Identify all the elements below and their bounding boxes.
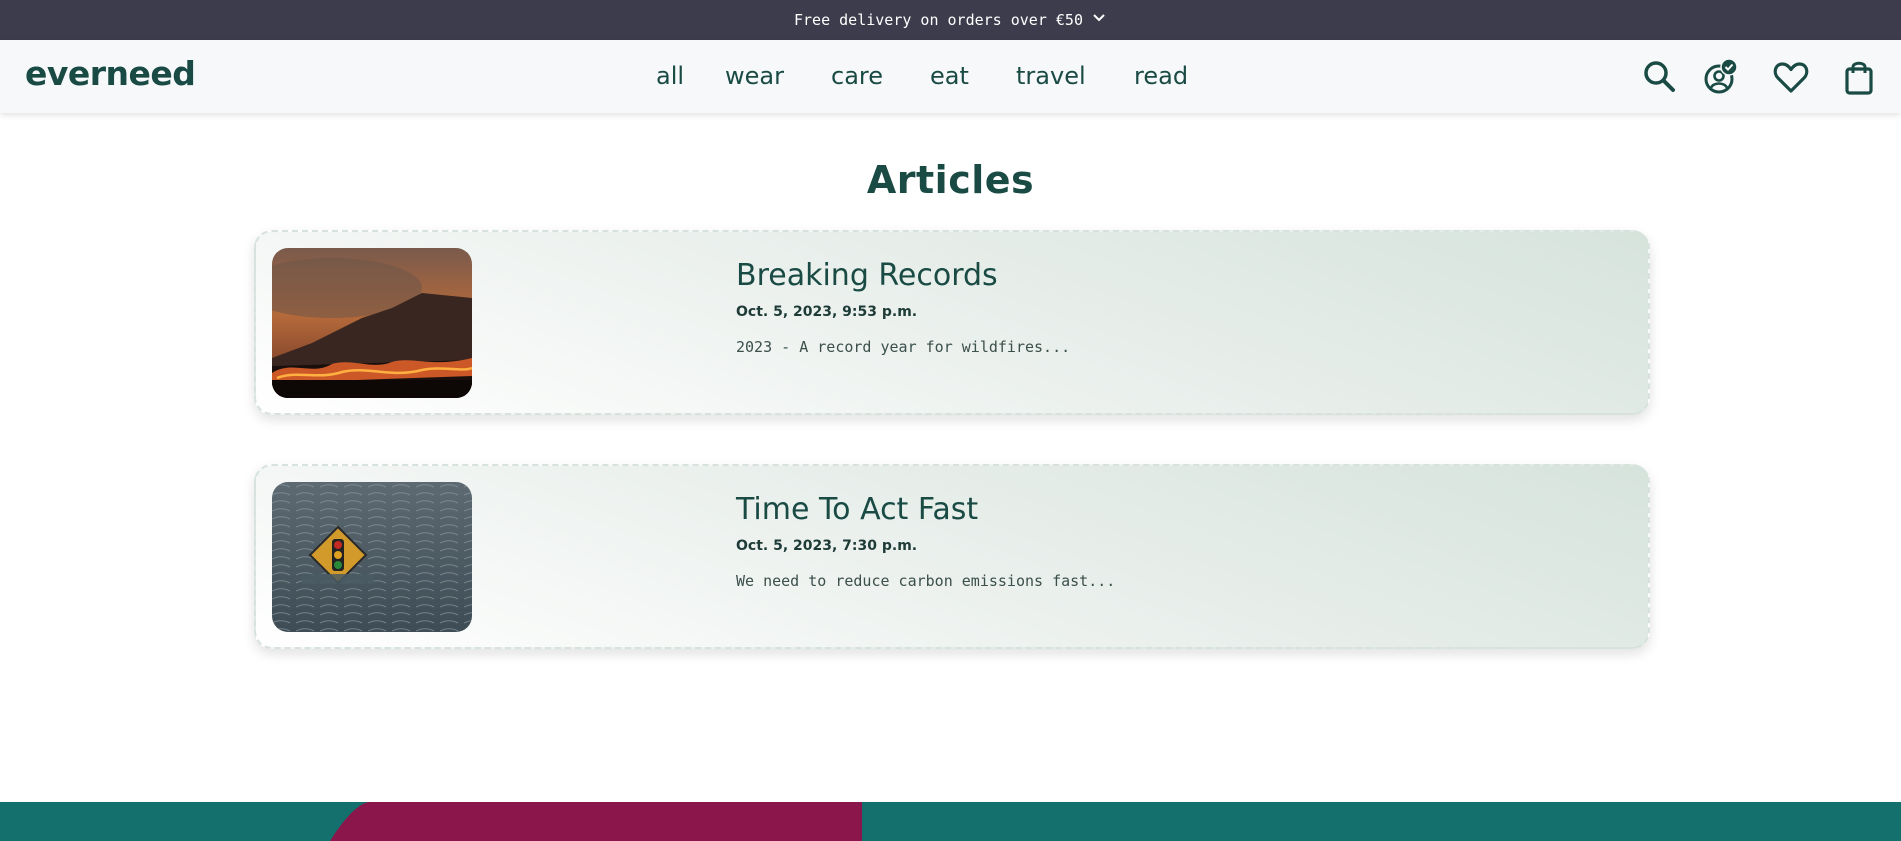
page-title: Articles: [866, 158, 1035, 202]
flooded-traffic-sign-photo[interactable]: [272, 482, 472, 632]
article-card[interactable]: Breaking Records Oct. 5, 2023, 9:53 p.m.…: [254, 230, 1650, 415]
nav-item-read[interactable]: read: [1134, 62, 1188, 90]
article-date: Oct. 5, 2023, 7:30 p.m.: [736, 538, 918, 554]
nav-item-care[interactable]: care: [831, 62, 883, 90]
article-title[interactable]: Time To Act Fast: [736, 492, 978, 527]
nav-item-eat[interactable]: eat: [930, 62, 969, 90]
site-header: everneed all wear care eat travel read: [0, 40, 1901, 113]
account-verified-icon[interactable]: [1700, 58, 1738, 96]
main-nav: all wear care eat travel read: [0, 62, 1901, 92]
article-date: Oct. 5, 2023, 9:53 p.m.: [736, 304, 918, 320]
promo-bar[interactable]: Free delivery on orders over €50: [0, 0, 1901, 40]
article-title[interactable]: Breaking Records: [736, 258, 998, 293]
chevron-down-icon[interactable]: [1091, 10, 1107, 30]
shopping-bag-icon[interactable]: [1840, 58, 1878, 96]
footer: [0, 802, 1901, 841]
footer-decoration: [0, 802, 1901, 841]
search-icon[interactable]: [1641, 58, 1679, 96]
article-excerpt: 2023 - A record year for wildfires...: [736, 338, 1071, 356]
article-card[interactable]: Time To Act Fast Oct. 5, 2023, 7:30 p.m.…: [254, 464, 1650, 649]
wildfire-photo[interactable]: [272, 248, 472, 398]
nav-item-all[interactable]: all: [656, 62, 684, 90]
nav-item-travel[interactable]: travel: [1016, 62, 1086, 90]
nav-item-wear[interactable]: wear: [725, 62, 784, 90]
article-excerpt: We need to reduce carbon emissions fast.…: [736, 572, 1116, 590]
heart-icon[interactable]: [1772, 58, 1810, 96]
promo-text: Free delivery on orders over €50: [794, 11, 1083, 29]
